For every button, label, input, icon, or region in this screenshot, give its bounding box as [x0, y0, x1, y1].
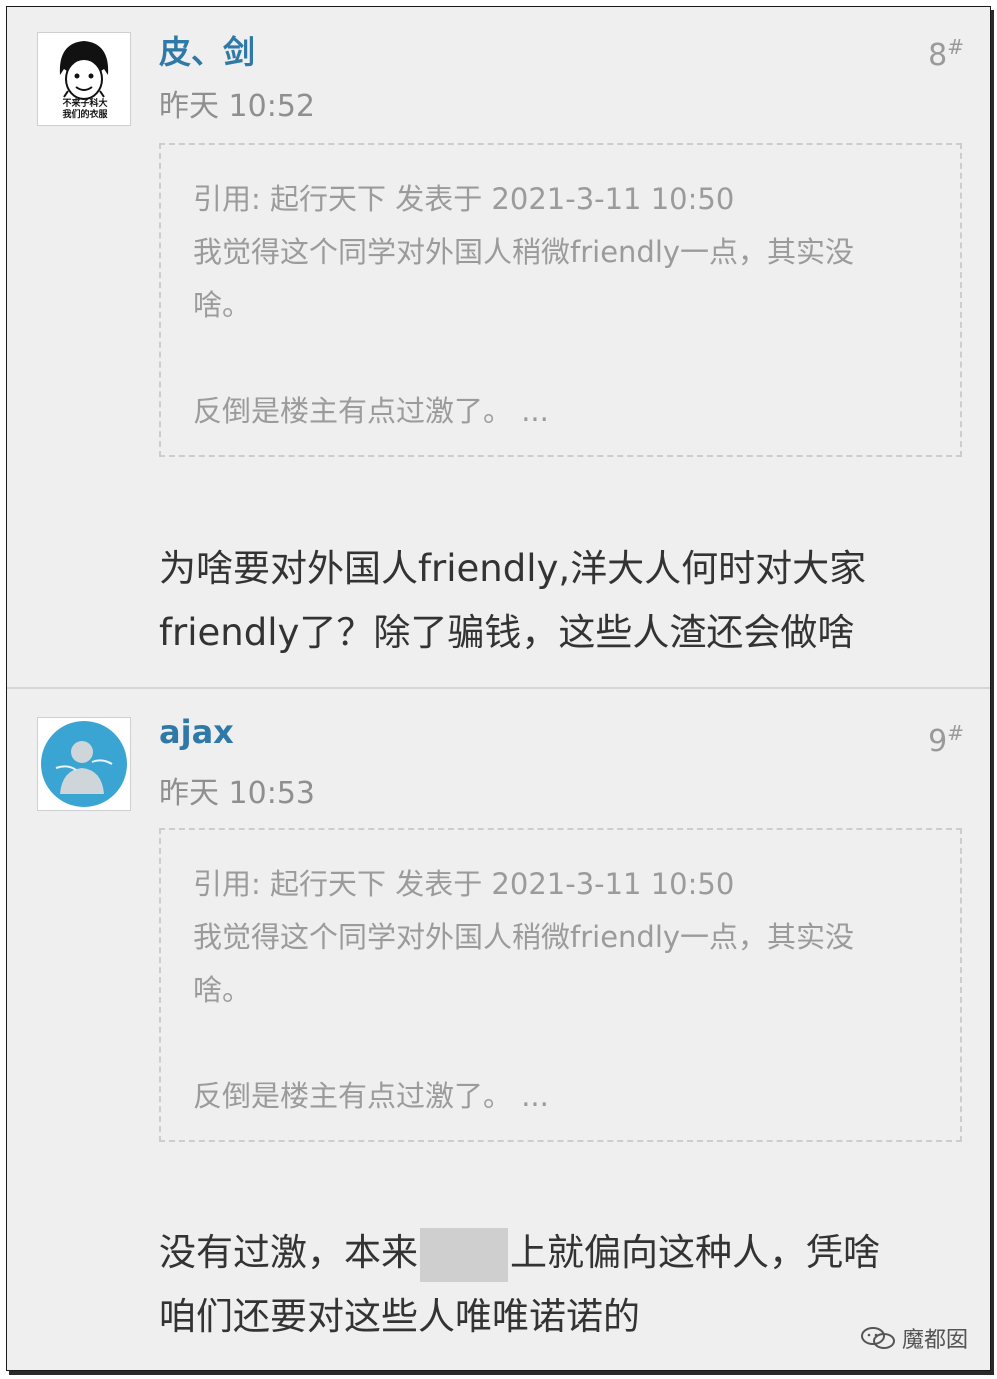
post-time: 昨天 10:52 [159, 89, 315, 124]
quote-block: 引用: 起行天下 发表于 2021-3-11 10:50 我觉得这个同学对外国人… [159, 828, 962, 1142]
reply-segment: 没有过激，本来 [159, 1231, 418, 1274]
default-user-icon [38, 718, 130, 810]
post-8: 不来子科大 我们的衣服 皮、剑 昨天 10:52 8# 引用: 起行天下 发表于… [7, 7, 990, 687]
quote-line: 啥。 [193, 973, 252, 1007]
floor-value: 9 [928, 724, 948, 759]
username[interactable]: 皮、剑 [159, 27, 255, 73]
quote-line: 反倒是楼主有点过激了。 ... [193, 1079, 549, 1113]
username[interactable]: ajax [159, 713, 234, 751]
quote-header: 引用: 起行天下 发表于 2021-3-11 10:50 [193, 867, 735, 901]
quote-header: 引用: 起行天下 发表于 2021-3-11 10:50 [193, 182, 735, 216]
reply-line: 没有过激，本来 上就偏向这种人，凭啥 [159, 1221, 959, 1285]
quote-line: 我觉得这个同学对外国人稍微friendly一点，其实没 [193, 920, 855, 954]
floor-number: 8# [928, 35, 964, 73]
reply-line: 咱们还要对这些人唯唯诺诺的 [159, 1295, 640, 1338]
reply-line: friendly了？除了骗钱，这些人渣还会做啥 [159, 611, 855, 654]
wechat-icon [860, 1327, 895, 1349]
floor-number: 9# [928, 721, 964, 759]
quote-line: 我觉得这个同学对外国人稍微friendly一点，其实没 [193, 235, 855, 269]
floor-value: 8 [928, 38, 948, 73]
quote-block: 引用: 起行天下 发表于 2021-3-11 10:50 我觉得这个同学对外国人… [159, 143, 962, 457]
avatar-caption-line: 不来子科大 [62, 99, 108, 109]
reply-text: 没有过激，本来 上就偏向这种人，凭啥 咱们还要对这些人唯唯诺诺的 [159, 1221, 959, 1349]
user-avatar-meme[interactable]: 不来子科大 我们的衣服 [37, 32, 131, 126]
watermark-text: 魔都囡 [901, 1328, 968, 1353]
user-avatar-default[interactable] [37, 717, 131, 811]
watermark: 魔都囡 [860, 1322, 968, 1354]
reply-line: 为啥要对外国人friendly,洋大人何时对大家 [159, 547, 867, 590]
quote-line: 啥。 [193, 288, 252, 322]
reply-text: 为啥要对外国人friendly,洋大人何时对大家 friendly了？除了骗钱，… [159, 537, 959, 665]
quote-line: 反倒是楼主有点过激了。 ... [193, 394, 549, 428]
floor-mark: # [947, 35, 964, 59]
screenshot-frame: 不来子科大 我们的衣服 皮、剑 昨天 10:52 8# 引用: 起行天下 发表于… [6, 6, 991, 1371]
floor-mark: # [947, 721, 964, 745]
redacted-block [420, 1227, 508, 1282]
post-time: 昨天 10:53 [159, 776, 315, 811]
avatar-caption-line: 我们的衣服 [62, 110, 108, 120]
reply-segment: 上就偏向这种人，凭啥 [510, 1231, 880, 1274]
post-9: ajax 昨天 10:53 9# 引用: 起行天下 发表于 2021-3-11 … [7, 689, 990, 1370]
